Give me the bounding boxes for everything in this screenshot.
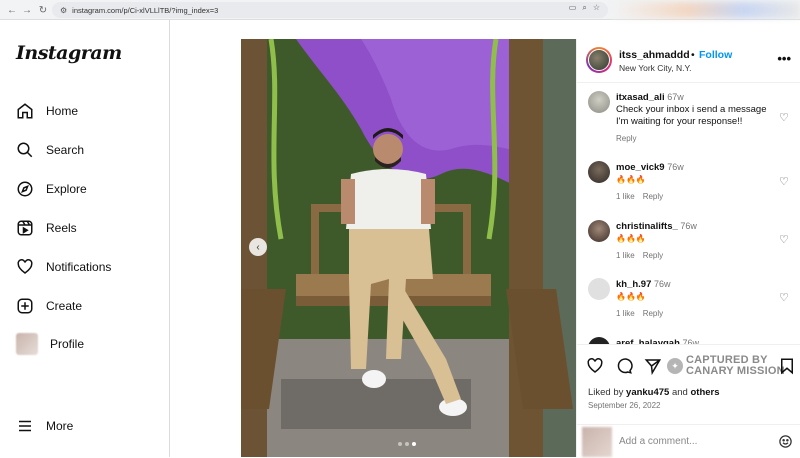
likes-prefix: Liked by: [588, 387, 624, 398]
instagram-logo[interactable]: Instagram: [16, 42, 122, 64]
like-comment-icon[interactable]: ♡: [779, 291, 789, 304]
carousel-dot: [405, 442, 409, 446]
like-heart-icon[interactable]: [586, 357, 604, 375]
follow-button[interactable]: Follow: [699, 49, 732, 61]
canary-logo-icon: ✦: [667, 358, 683, 374]
commenter-username[interactable]: moe_vick9: [616, 162, 665, 173]
commenter-avatar[interactable]: [588, 91, 610, 113]
home-icon: [17, 103, 33, 119]
comment-likes[interactable]: 1 like: [616, 191, 635, 203]
like-comment-icon[interactable]: ♡: [779, 233, 789, 246]
share-plane-icon[interactable]: [644, 357, 662, 375]
sidebar-item-label: Profile: [50, 337, 85, 351]
star-icon[interactable]: ☆: [593, 3, 600, 13]
add-comment-input[interactable]: Add a comment...: [619, 436, 697, 447]
post-header: itss_ahmaddd • Follow New York City, N.Y…: [577, 39, 800, 83]
canary-mission-watermark: ✦ CAPTURED BY CANARY MISSION: [667, 355, 785, 377]
cast-icon[interactable]: ▭: [569, 3, 577, 13]
menu-icon: [19, 420, 31, 432]
likes-and: and: [671, 387, 688, 398]
carousel-prev-button[interactable]: ‹: [249, 238, 267, 256]
commenter-username[interactable]: kh_h.97: [616, 279, 651, 290]
comment-text: 🔥🔥🔥: [616, 175, 646, 184]
current-user-avatar: [582, 427, 612, 457]
comment-text: 🔥🔥🔥: [616, 292, 646, 301]
comment-bubble-icon[interactable]: [615, 357, 633, 375]
sidebar-item-label: Explore: [46, 182, 87, 196]
comment-time: 76w: [667, 162, 684, 172]
post-actions: ✦ CAPTURED BY CANARY MISSION Liked by ya…: [577, 344, 800, 457]
reply-button[interactable]: Reply: [616, 133, 636, 145]
reply-button[interactable]: Reply: [643, 308, 663, 320]
emoji-icon[interactable]: [778, 434, 793, 449]
sidebar-item-label: Search: [46, 143, 85, 157]
comment-likes[interactable]: 1 like: [616, 308, 635, 320]
post-date: September 26, 2022: [588, 401, 661, 410]
comment-text: 🔥🔥🔥: [616, 234, 646, 243]
blurred-extensions: [612, 2, 800, 18]
sidebar-item-home[interactable]: Home: [16, 100, 78, 122]
plus-icon: [17, 298, 33, 314]
browser-toolbar: ← → ↻ ⚙ instagram.com/p/Ci-xlVLLlTB/?img…: [0, 0, 800, 20]
sidebar-item-create[interactable]: Create: [16, 295, 82, 317]
sidebar: Instagram Home Search Explore Reels Noti…: [0, 20, 170, 457]
carousel-dot-active: [412, 442, 416, 446]
add-comment-row: Add a comment...: [577, 424, 800, 458]
liked-by-user[interactable]: yanku475: [626, 387, 669, 398]
reply-button[interactable]: Reply: [643, 250, 663, 262]
comment-likes[interactable]: 1 like: [616, 250, 635, 262]
explore-icon: [17, 181, 33, 197]
url-text: instagram.com/p/Ci-xlVLLlTB/?img_index=3: [72, 5, 219, 15]
post-photo-illustration: [241, 39, 576, 457]
likes-summary: Liked by yanku475 and others: [588, 387, 720, 398]
watermark-line2: CANARY MISSION: [686, 365, 785, 377]
comment-time: 76w: [654, 279, 671, 289]
sidebar-item-profile[interactable]: Profile: [16, 333, 84, 355]
comment-time: 67w: [667, 92, 684, 102]
reply-button[interactable]: Reply: [643, 191, 663, 203]
commenter-username[interactable]: itxasad_ali: [616, 92, 665, 103]
forward-icon[interactable]: →: [19, 2, 35, 18]
sidebar-item-label: Reels: [46, 221, 77, 235]
heart-icon: [17, 259, 33, 274]
carousel-dot: [398, 442, 402, 446]
sidebar-item-reels[interactable]: Reels: [16, 217, 77, 239]
avatar: [16, 333, 38, 355]
sidebar-item-more[interactable]: More: [16, 415, 73, 437]
sidebar-item-label: More: [46, 419, 74, 433]
sidebar-item-search[interactable]: Search: [16, 139, 84, 161]
carousel-dots: [398, 442, 416, 446]
separator-dot: •: [691, 49, 695, 61]
commenter-avatar[interactable]: [588, 220, 610, 242]
sidebar-item-label: Notifications: [46, 260, 112, 274]
back-icon[interactable]: ←: [4, 2, 20, 18]
like-comment-icon[interactable]: ♡: [779, 175, 789, 188]
commenter-avatar[interactable]: [588, 161, 610, 183]
reload-icon[interactable]: ↻: [35, 2, 51, 18]
sidebar-item-explore[interactable]: Explore: [16, 178, 87, 200]
reels-icon: [17, 220, 33, 236]
commenter-username[interactable]: christinalifts_: [616, 221, 678, 232]
comment-time: 76w: [680, 221, 697, 231]
search-icon: [17, 142, 33, 158]
sidebar-item-label: Create: [46, 299, 83, 313]
address-bar[interactable]: ⚙ instagram.com/p/Ci-xlVLLlTB/?img_index…: [52, 2, 608, 18]
poster-username[interactable]: itss_ahmaddd: [619, 49, 690, 61]
more-options-icon[interactable]: •••: [777, 51, 791, 66]
bookmark-icon[interactable]: [778, 357, 796, 375]
poster-avatar[interactable]: [586, 47, 612, 73]
site-settings-icon[interactable]: ⚙: [60, 6, 67, 15]
liked-others-link[interactable]: others: [690, 387, 719, 398]
like-comment-icon[interactable]: ♡: [779, 111, 789, 124]
post-location[interactable]: New York City, N.Y.: [619, 63, 691, 73]
commenter-avatar[interactable]: [588, 278, 610, 300]
sidebar-item-notifications[interactable]: Notifications: [16, 256, 111, 278]
sidebar-item-label: Home: [46, 104, 79, 118]
post-panel: itss_ahmaddd • Follow New York City, N.Y…: [576, 39, 800, 457]
post-image[interactable]: [241, 39, 576, 457]
zoom-icon[interactable]: ⌕: [582, 3, 586, 13]
comment-text: Check your inbox i send a message I'm wa…: [616, 104, 767, 127]
